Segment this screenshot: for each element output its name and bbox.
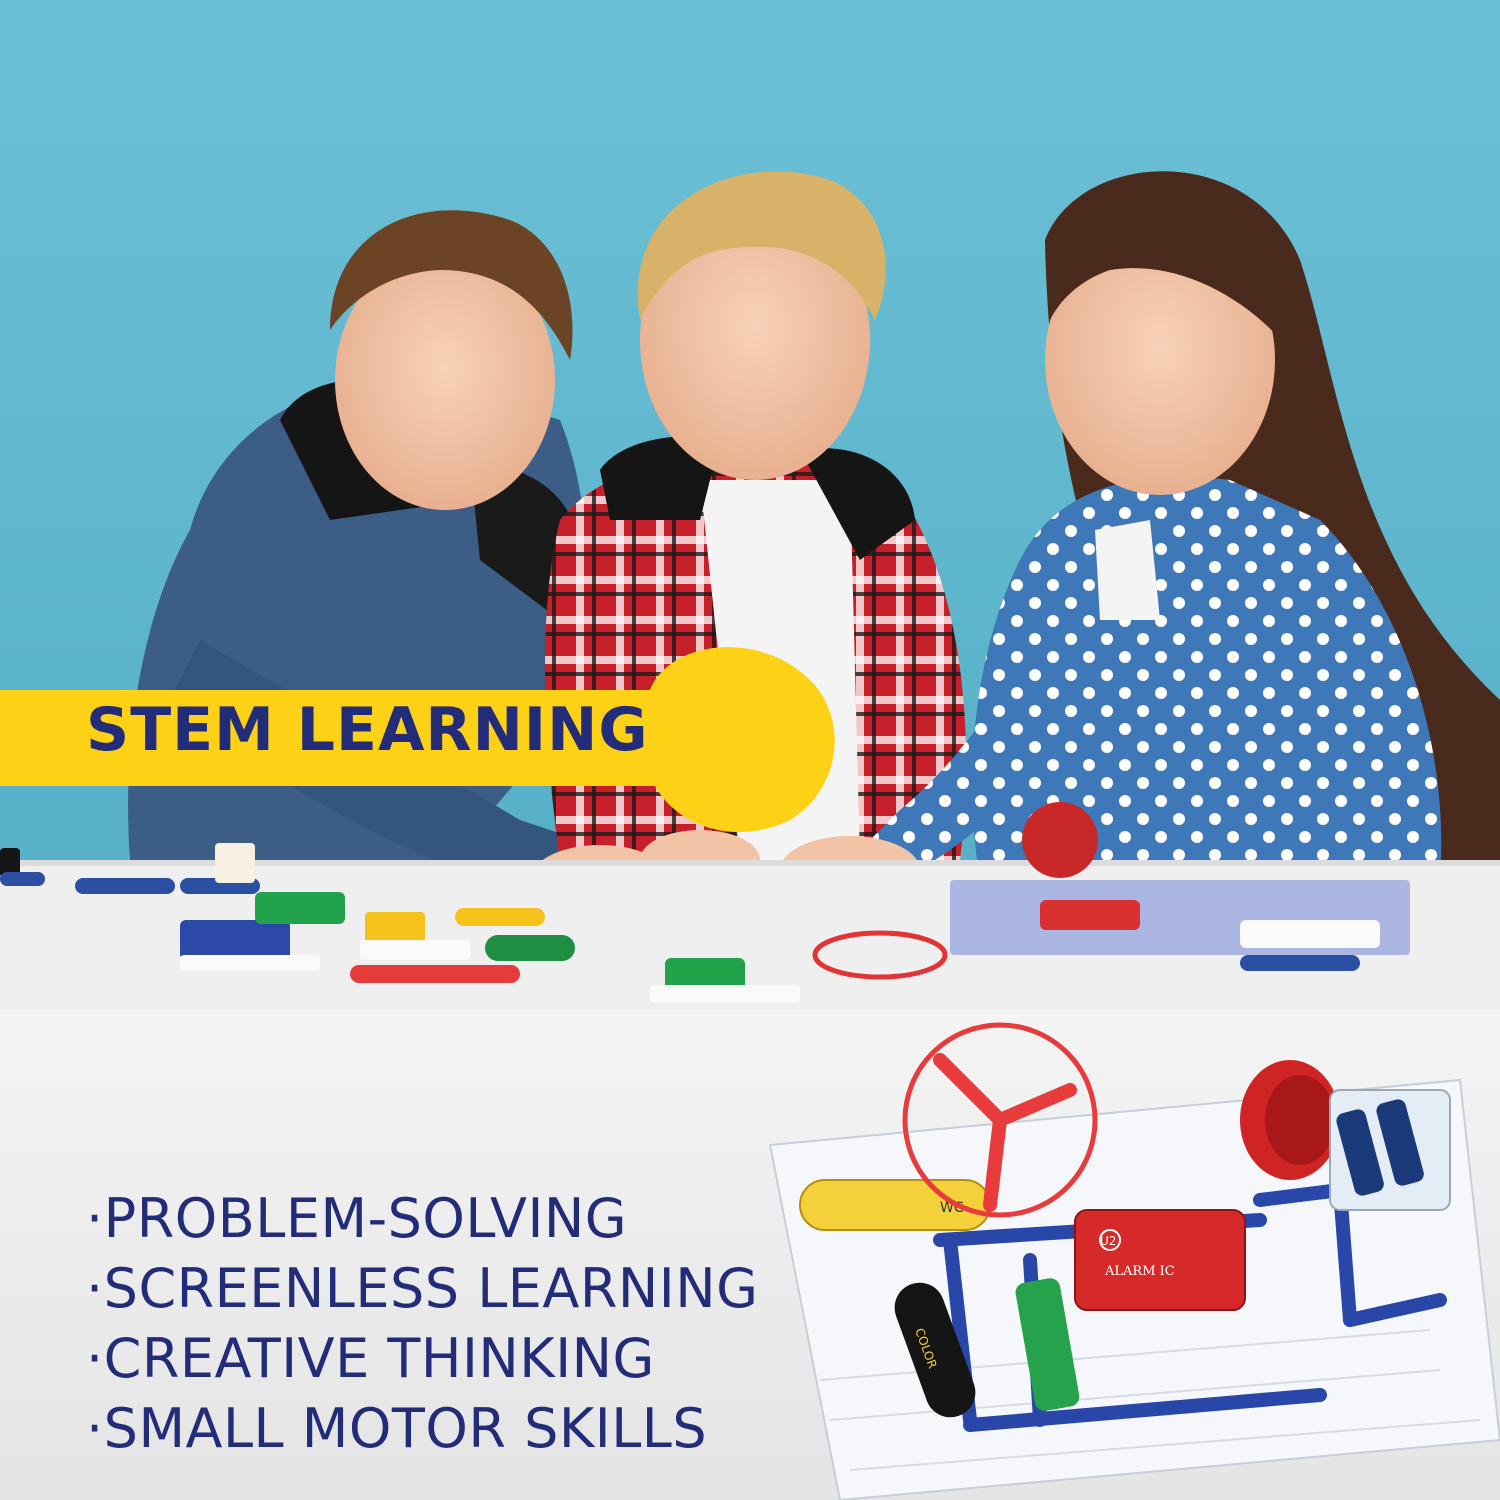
red-alarm-ic [1074,1209,1246,1311]
alarm-label: U2 [1100,1234,1116,1248]
snap-circuits-kit-image: WC COLOR U2 ALARM IC [768,1022,1500,1500]
benefit-item: ·PROBLEM-SOLVING [86,1187,628,1250]
benefit-item: ·CREATIVE THINKING [86,1327,655,1390]
benefits-list: ·PROBLEM-SOLVING ·SCREENLESS LEARNING ·C… [86,1184,758,1464]
benefit-item: ·SMALL MOTOR SKILLS [86,1397,708,1460]
alarm-text: ALARM IC [1104,1264,1175,1279]
stem-learning-heading: STEM LEARNING [86,695,649,765]
kids-playing-illustration [0,0,1500,1010]
hero-photo [0,0,1500,1010]
benefit-item: ·SCREENLESS LEARNING [86,1257,759,1320]
